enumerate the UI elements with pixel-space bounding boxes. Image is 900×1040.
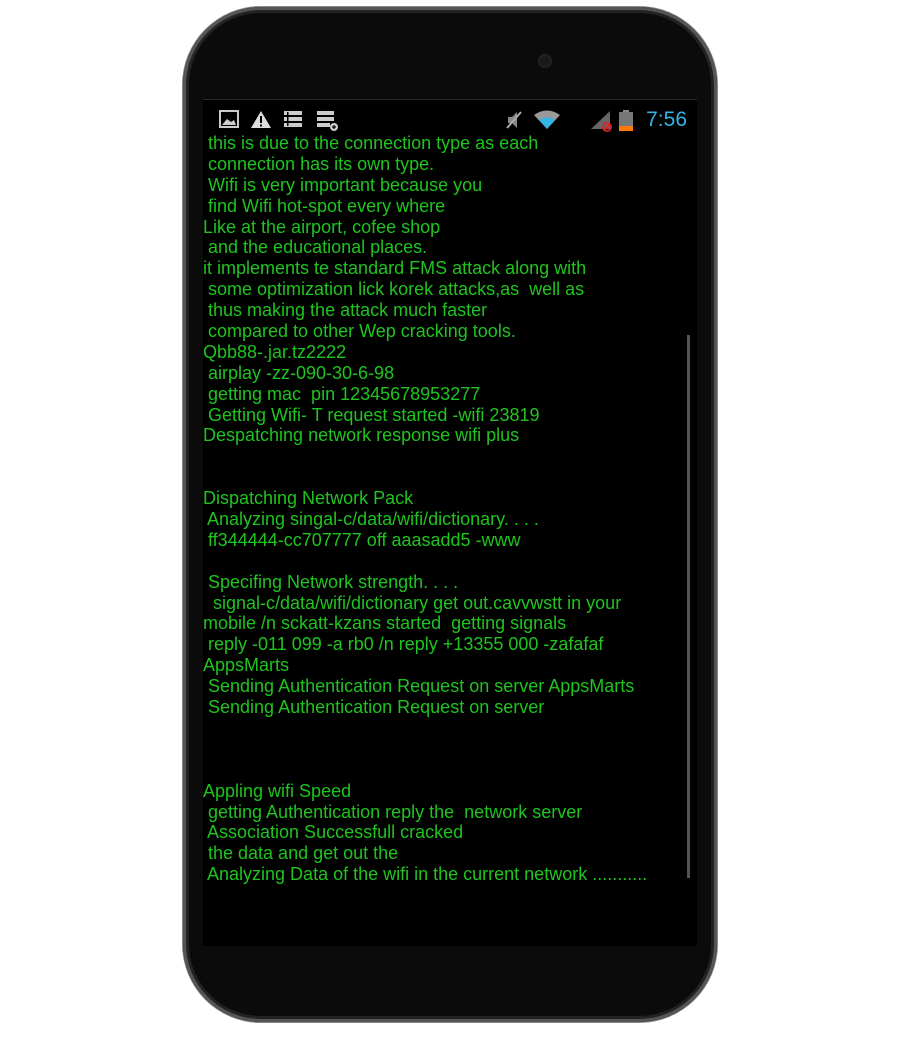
list-icon: [284, 111, 302, 127]
screen: 7:56 this is due to the connection type …: [203, 100, 697, 946]
log-line: Analyzing Data of the wifi in the curren…: [203, 864, 648, 885]
wifi-icon: [534, 110, 560, 129]
log-line: connection has its own type.: [203, 153, 435, 174]
terminal-log: this is due to the connection type as ea…: [203, 133, 683, 946]
log-line: getting Authentication reply the network…: [203, 801, 583, 822]
log-line: Specifing Network strength. . . .: [203, 571, 459, 592]
signal-blocked-icon: [591, 111, 612, 132]
log-line: Like at the airport, cofee shop: [203, 216, 441, 237]
log-line: Analyzing singal-c/data/wifi/dictionary.…: [203, 509, 539, 530]
clock: 7:56: [646, 108, 687, 131]
log-line: signal-c/data/wifi/dictionary get out.ca…: [203, 592, 622, 613]
warning-icon: [251, 111, 271, 128]
log-line: Despatching network response wifi plus: [203, 425, 520, 446]
battery-low-icon: [619, 110, 633, 131]
log-line: some optimization lick korek attacks,as …: [203, 279, 585, 300]
log-line: mobile /n sckatt-kzans started getting s…: [203, 613, 567, 634]
log-line: AppsMarts: [203, 655, 290, 676]
log-line: the data and get out the: [203, 843, 399, 864]
log-line: Getting Wifi- T request started -wifi 23…: [203, 404, 540, 425]
scrollbar[interactable]: [687, 335, 690, 878]
log-line: Sending Authentication Request on server: [203, 697, 545, 718]
log-line: Sending Authentication Request on server…: [203, 676, 635, 697]
log-line: airplay -zz-090-30-6-98: [203, 362, 395, 383]
status-bar: 7:56: [203, 103, 697, 135]
log-line: Wifi is very important because you: [203, 174, 483, 195]
log-line: this is due to the connection type as ea…: [203, 133, 539, 153]
log-line: Dispatching Network Pack: [203, 488, 414, 509]
front-camera: [538, 54, 552, 68]
log-line: it implements te standard FMS attack alo…: [203, 258, 587, 279]
log-line: Association Successfull cracked: [203, 822, 464, 843]
log-line: getting mac pin 12345678953277: [203, 383, 481, 404]
log-line: and the educational places.: [203, 237, 428, 258]
log-line: compared to other Wep cracking tools.: [203, 321, 516, 342]
log-line: Appling wifi Speed: [203, 780, 352, 801]
log-line: ff344444-cc707777 off aaasadd5 -www: [203, 529, 521, 550]
mute-icon: [506, 111, 522, 129]
log-line: reply -011 099 -a rb0 /n reply +13355 00…: [203, 634, 604, 655]
log-line: thus making the attack much faster: [203, 300, 488, 321]
list-add-icon: [317, 111, 338, 131]
log-line: Qbb88-.jar.tz2222: [203, 341, 347, 362]
image-icon: [219, 110, 239, 128]
log-line: find Wifi hot-spot every where: [203, 195, 446, 216]
